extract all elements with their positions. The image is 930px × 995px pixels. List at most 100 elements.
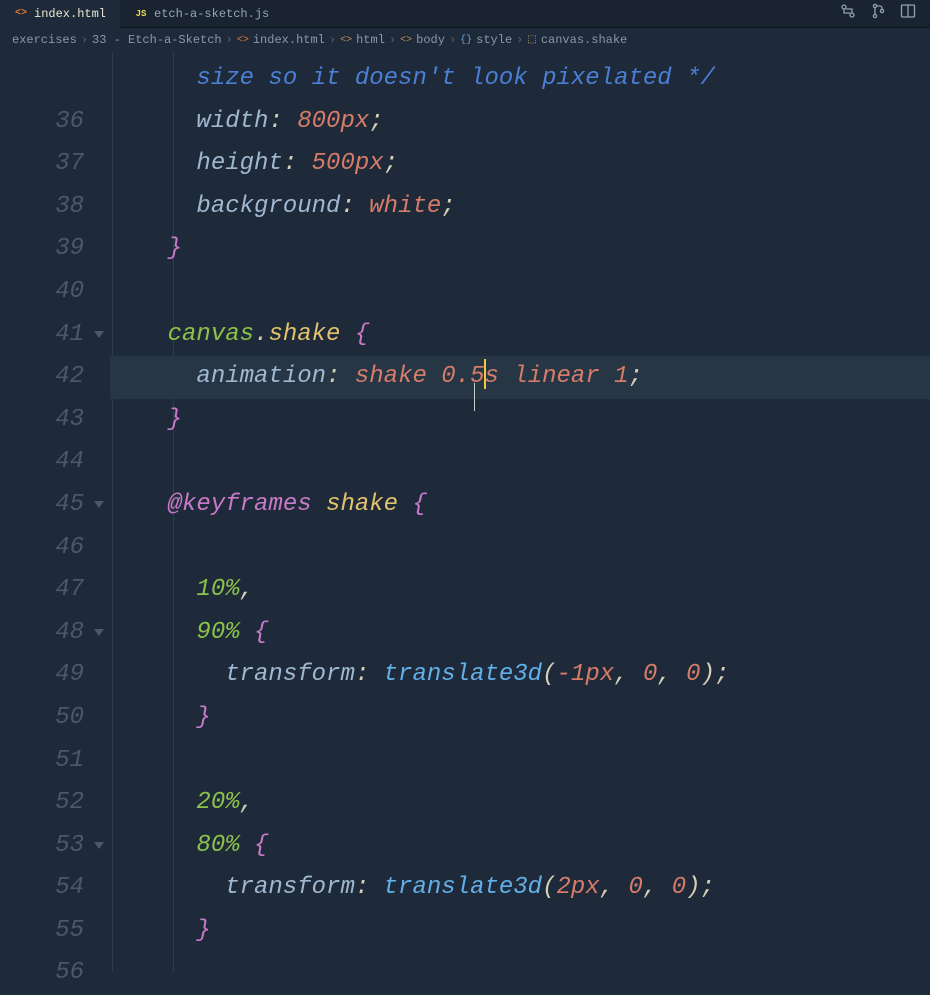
code-line[interactable]: }	[110, 399, 930, 442]
punct-token: :	[326, 363, 355, 390]
number-token: 2	[557, 874, 571, 901]
code-line[interactable]	[110, 441, 930, 484]
breadcrumb-item[interactable]: index.html	[253, 33, 325, 47]
code-line[interactable]: transform: translate3d(2px, 0, 0);	[110, 867, 930, 910]
brace-token: }	[168, 406, 182, 433]
line-number[interactable]: 53	[0, 825, 84, 868]
brace-token: {	[254, 619, 268, 646]
number-token: 0	[686, 661, 700, 688]
line-number: 44	[0, 441, 84, 484]
breadcrumb-item[interactable]: canvas.shake	[541, 33, 627, 47]
code-line[interactable]: transform: translate3d(-1px, 0, 0);	[110, 654, 930, 697]
number-token: -1	[557, 661, 586, 688]
source-control-icon[interactable]	[870, 3, 886, 24]
tag-icon: <>	[340, 35, 352, 46]
line-number: 38	[0, 186, 84, 229]
line-number: 49	[0, 654, 84, 697]
punct-token: ,	[614, 661, 643, 688]
code-line[interactable]	[110, 952, 930, 995]
line-number: 47	[0, 569, 84, 612]
property-token: animation	[196, 363, 326, 390]
html-file-icon: <>	[14, 7, 28, 21]
line-number[interactable]: 41	[0, 314, 84, 357]
text-cursor	[484, 359, 486, 389]
unit-token: s	[485, 363, 499, 390]
chevron-right-icon: ›	[81, 33, 88, 47]
tab-label: etch-a-sketch.js	[154, 7, 269, 21]
line-number-gutter: 36 37 38 39 40 41 42 43 44 45 46 47 48 4…	[0, 52, 110, 972]
line-number: 56	[0, 952, 84, 995]
code-line[interactable]: 10%,	[110, 569, 930, 612]
punct-token: ;	[629, 363, 643, 390]
code-line[interactable]: background: white;	[110, 186, 930, 229]
punct-token: ,	[240, 576, 254, 603]
breadcrumb[interactable]: exercises › 33 - Etch-a-Sketch › <> inde…	[0, 28, 930, 52]
line-number	[0, 58, 84, 101]
breadcrumb-item[interactable]: style	[476, 33, 512, 47]
chevron-right-icon: ›	[329, 33, 336, 47]
line-number: 52	[0, 782, 84, 825]
breadcrumb-item[interactable]: 33 - Etch-a-Sketch	[92, 33, 222, 47]
code-line[interactable]: 90% {	[110, 612, 930, 655]
tab-index-html[interactable]: <> index.html	[0, 0, 120, 28]
keyframe-selector-token: 20%	[196, 789, 239, 816]
property-token: transform	[225, 874, 355, 901]
function-token: translate3d	[384, 874, 542, 901]
code-line[interactable]: 20%,	[110, 782, 930, 825]
line-number: 37	[0, 143, 84, 186]
code-line[interactable]: size so it doesn't look pixelated */	[110, 58, 930, 101]
code-content[interactable]: size so it doesn't look pixelated */ wid…	[110, 52, 930, 972]
code-line[interactable]: height: 500px;	[110, 143, 930, 186]
value-token: shake	[355, 363, 427, 390]
code-line[interactable]	[110, 740, 930, 783]
number-token: 0	[672, 874, 686, 901]
punct-token: ,	[600, 874, 629, 901]
line-number: 36	[0, 101, 84, 144]
number-token: 800	[297, 108, 340, 135]
value-token: linear	[513, 363, 599, 390]
js-file-icon: JS	[134, 7, 148, 21]
brace-token: {	[355, 321, 369, 348]
code-line[interactable]: canvas.shake {	[110, 314, 930, 357]
tab-etch-a-sketch-js[interactable]: JS etch-a-sketch.js	[120, 0, 283, 28]
punct-token: ,	[643, 874, 672, 901]
punct-token: :	[283, 150, 312, 177]
punct-token: ;	[441, 193, 455, 220]
line-number: 42	[0, 356, 84, 399]
code-line[interactable]: 80% {	[110, 825, 930, 868]
code-line[interactable]: width: 800px;	[110, 101, 930, 144]
atrule-token: @keyframes	[168, 491, 312, 518]
code-line[interactable]	[110, 527, 930, 570]
code-line[interactable]: }	[110, 697, 930, 740]
line-number: 46	[0, 527, 84, 570]
keyframe-selector-token: 10%	[196, 576, 239, 603]
chevron-right-icon: ›	[226, 33, 233, 47]
punct-token: ;	[384, 150, 398, 177]
property-token: background	[196, 193, 340, 220]
breadcrumb-item[interactable]: html	[356, 33, 385, 47]
code-line[interactable]: }	[110, 910, 930, 953]
code-line[interactable]: }	[110, 228, 930, 271]
code-line[interactable]: @keyframes shake {	[110, 484, 930, 527]
split-editor-icon[interactable]	[900, 3, 916, 24]
property-token: transform	[225, 661, 355, 688]
brace-token: }	[196, 917, 210, 944]
breadcrumb-item[interactable]: exercises	[12, 33, 77, 47]
line-number: 51	[0, 740, 84, 783]
line-number: 43	[0, 399, 84, 442]
line-number[interactable]: 45	[0, 484, 84, 527]
breadcrumb-item[interactable]: body	[416, 33, 445, 47]
property-token: width	[196, 108, 268, 135]
code-line[interactable]	[110, 271, 930, 314]
chevron-right-icon: ›	[449, 33, 456, 47]
punct-token: ,	[657, 661, 686, 688]
code-line-current[interactable]: animation: shake 0.5s linear 1;	[110, 356, 930, 399]
brace-token: {	[254, 832, 268, 859]
git-compare-icon[interactable]	[840, 3, 856, 24]
keyframe-selector-token: 80%	[196, 832, 239, 859]
brace-token: }	[168, 235, 182, 262]
number-token: 0.5	[441, 363, 484, 390]
line-number[interactable]: 48	[0, 612, 84, 655]
unit-token: px	[585, 661, 614, 688]
editor-area[interactable]: 36 37 38 39 40 41 42 43 44 45 46 47 48 4…	[0, 52, 930, 972]
